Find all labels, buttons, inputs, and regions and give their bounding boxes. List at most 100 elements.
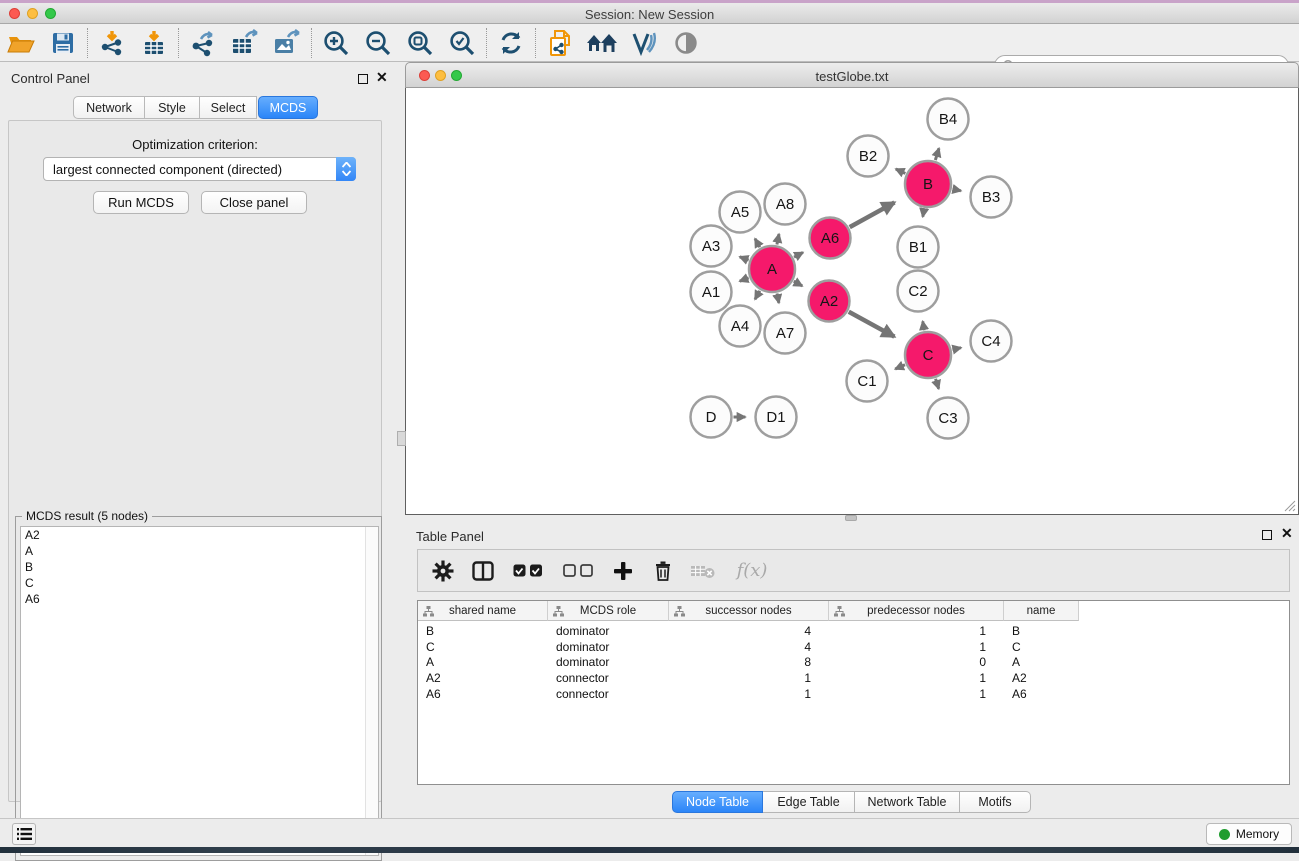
table-cell[interactable]: A6: [1012, 686, 1071, 702]
table-cell[interactable]: connector: [556, 686, 661, 702]
graph-edge[interactable]: [952, 189, 960, 191]
delete-table-button[interactable]: [690, 556, 716, 586]
table-cell[interactable]: 1: [837, 686, 986, 702]
table-cell[interactable]: A6: [426, 686, 540, 702]
zoom-selected-button[interactable]: [441, 26, 483, 60]
tab-motifs[interactable]: Motifs: [960, 791, 1031, 813]
table-cell[interactable]: 4: [677, 623, 811, 639]
table-cell[interactable]: 0: [837, 654, 986, 670]
table-cell[interactable]: A: [1012, 654, 1071, 670]
node-table[interactable]: shared nameMCDS rolesuccessor nodesprede…: [417, 600, 1290, 785]
table-cell[interactable]: A: [426, 654, 540, 670]
zoom-out-button[interactable]: [357, 26, 399, 60]
export-table-button[interactable]: [224, 26, 266, 60]
tab-network[interactable]: Network: [73, 96, 145, 119]
graph-edge[interactable]: [755, 291, 760, 299]
table-cell[interactable]: A2: [1012, 670, 1071, 686]
mcds-result-list[interactable]: A2ABCA6: [20, 526, 379, 856]
tab-mcds[interactable]: MCDS: [258, 96, 318, 119]
table-cell[interactable]: 1: [837, 623, 986, 639]
zoom-fit-button[interactable]: [399, 26, 441, 60]
close-panel-button[interactable]: Close panel: [201, 191, 307, 214]
table-cell[interactable]: C: [1012, 639, 1071, 655]
graph-edge[interactable]: [849, 312, 895, 337]
table-cell[interactable]: B: [1012, 623, 1071, 639]
result-list-item[interactable]: A6: [21, 591, 378, 607]
graph-edge[interactable]: [740, 278, 749, 281]
column-header[interactable]: shared name: [418, 601, 548, 621]
run-mcds-button[interactable]: Run MCDS: [93, 191, 189, 214]
graph-edge[interactable]: [896, 169, 906, 173]
network-graph[interactable]: B4B2BB3A8A5A6A3B1AA1C2A2A4A7C4CC1C3DD1: [406, 88, 1298, 513]
tab-network-table[interactable]: Network Table: [855, 791, 960, 813]
home-button[interactable]: [581, 26, 623, 60]
function-builder-button[interactable]: f(x): [730, 556, 774, 586]
deselect-all-columns-button[interactable]: [560, 556, 596, 586]
tab-style[interactable]: Style: [145, 96, 200, 119]
result-scrollbar[interactable]: [365, 527, 378, 855]
table-cell[interactable]: 1: [837, 670, 986, 686]
graph-edge[interactable]: [794, 281, 802, 286]
eye-button[interactable]: [665, 26, 707, 60]
splitter-thumb[interactable]: [397, 431, 406, 446]
network-canvas[interactable]: B4B2BB3A8A5A6A3B1AA1C2A2A4A7C4CC1C3DD1: [405, 88, 1299, 515]
float-panel-icon[interactable]: [1262, 530, 1272, 540]
table-cell[interactable]: 8: [677, 654, 811, 670]
network-file-button[interactable]: [539, 26, 581, 60]
split-table-button[interactable]: [470, 556, 496, 586]
float-panel-icon[interactable]: [358, 74, 368, 84]
tab-node-table[interactable]: Node Table: [672, 791, 763, 813]
column-header[interactable]: successor nodes: [669, 601, 829, 621]
style-brush-button[interactable]: [623, 26, 665, 60]
table-cell[interactable]: 1: [677, 686, 811, 702]
graph-edge[interactable]: [935, 148, 939, 160]
save-session-button[interactable]: [42, 26, 84, 60]
graph-edge[interactable]: [936, 379, 939, 389]
zoom-in-button[interactable]: [315, 26, 357, 60]
column-header[interactable]: name: [1004, 601, 1079, 621]
graph-edge[interactable]: [952, 348, 961, 350]
memory-button[interactable]: Memory: [1206, 823, 1292, 845]
result-list-item[interactable]: A: [21, 543, 378, 559]
refresh-button[interactable]: [490, 26, 532, 60]
graph-edge[interactable]: [755, 239, 760, 247]
table-cell[interactable]: C: [426, 639, 540, 655]
export-network-button[interactable]: [182, 26, 224, 60]
table-cell[interactable]: B: [426, 623, 540, 639]
delete-columns-button[interactable]: [650, 556, 676, 586]
table-cell[interactable]: dominator: [556, 654, 661, 670]
show-tasks-button[interactable]: [12, 823, 36, 845]
open-session-button[interactable]: [0, 26, 42, 60]
result-list-item[interactable]: A2: [21, 527, 378, 543]
graph-edge[interactable]: [740, 257, 749, 260]
graph-edge[interactable]: [895, 365, 905, 369]
close-panel-icon[interactable]: ✕: [376, 70, 388, 84]
table-cell[interactable]: A2: [426, 670, 540, 686]
table-cell[interactable]: 4: [677, 639, 811, 655]
table-cell[interactable]: connector: [556, 670, 661, 686]
result-list-item[interactable]: C: [21, 575, 378, 591]
import-table-button[interactable]: [133, 26, 175, 60]
graph-edge[interactable]: [777, 293, 779, 302]
import-network-button[interactable]: [91, 26, 133, 60]
export-image-button[interactable]: [266, 26, 308, 60]
table-cell[interactable]: dominator: [556, 639, 661, 655]
graph-edge[interactable]: [794, 252, 803, 257]
table-cell[interactable]: dominator: [556, 623, 661, 639]
column-header[interactable]: predecessor nodes: [829, 601, 1004, 621]
resize-grip-icon[interactable]: [1284, 500, 1296, 512]
table-cell[interactable]: 1: [677, 670, 811, 686]
table-cell[interactable]: 1: [837, 639, 986, 655]
graph-edge[interactable]: [923, 321, 924, 330]
tab-edge-table[interactable]: Edge Table: [763, 791, 855, 813]
criterion-dropdown[interactable]: largest connected component (directed): [43, 157, 356, 181]
result-list-item[interactable]: B: [21, 559, 378, 575]
column-header[interactable]: MCDS role: [548, 601, 669, 621]
graph-edge[interactable]: [777, 234, 779, 244]
create-column-button[interactable]: [610, 556, 636, 586]
graph-edge[interactable]: [850, 202, 895, 227]
tab-select[interactable]: Select: [200, 96, 257, 119]
close-panel-icon[interactable]: ✕: [1281, 526, 1293, 540]
graph-edge[interactable]: [923, 209, 924, 217]
network-window-titlebar[interactable]: testGlobe.txt: [405, 62, 1299, 88]
